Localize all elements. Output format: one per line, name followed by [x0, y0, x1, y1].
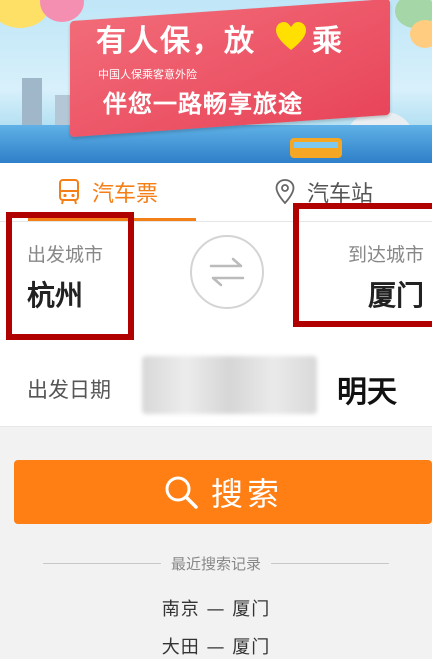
divider-line: [42, 562, 161, 564]
departure-date-value[interactable]: 明天: [337, 367, 397, 411]
banner-title-line1: 有人保，放: [96, 24, 256, 59]
highlight-box-departure: [6, 212, 134, 340]
location-pin-icon: [275, 179, 295, 205]
bus-icon: [58, 179, 80, 205]
search-button-label: 搜索: [210, 475, 283, 513]
banner-title-line1-end: 乘: [312, 24, 342, 59]
recent-searches-header: 最近搜索记录: [0, 552, 432, 574]
recent-search-item[interactable]: 大田 — 厦门: [0, 633, 432, 659]
balloon-decoration: [410, 20, 432, 48]
highlight-box-arrival: [293, 203, 432, 327]
search-icon: [163, 474, 199, 510]
banner-title-line2: 伴您一路畅享旅途: [103, 90, 303, 118]
tab-bus-ticket-label: 汽车票: [91, 182, 158, 207]
insurance-banner[interactable]: 有人保，放 乘 中国人保乘客意外险 伴您一路畅享旅途: [0, 0, 432, 163]
banner-ground: [0, 125, 432, 163]
departure-date-label: 出发日期: [27, 378, 111, 402]
search-button[interactable]: 搜索: [14, 460, 432, 524]
banner-subtitle: 中国人保乘客意外险: [98, 68, 197, 81]
recent-search-item[interactable]: 南京 — 厦门: [0, 595, 432, 621]
recent-searches-title: 最近搜索记录: [170, 554, 261, 573]
balloon-decoration: [40, 0, 84, 22]
divider-line: [271, 562, 389, 564]
blurred-date-detail: [142, 356, 317, 414]
swap-cities-button[interactable]: [190, 235, 264, 309]
heart-icon: [276, 22, 306, 50]
bus-illustration: [290, 138, 342, 158]
departure-date-selector[interactable]: 出发日期 明天: [0, 344, 432, 427]
swap-arrows-icon: [209, 257, 245, 287]
